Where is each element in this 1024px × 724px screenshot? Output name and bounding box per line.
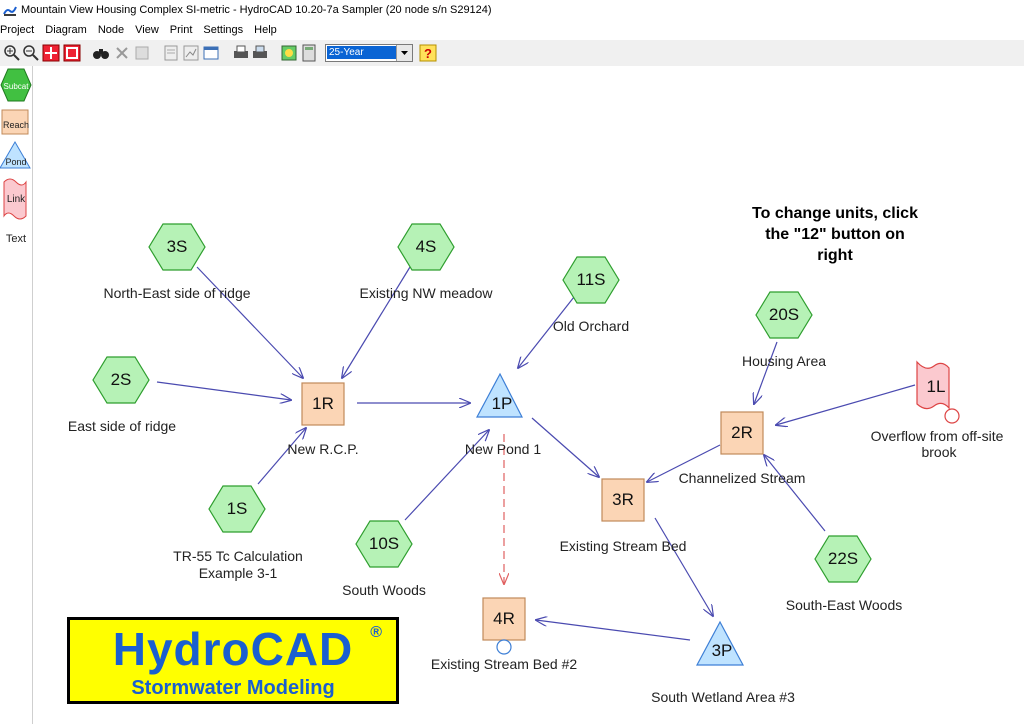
node-3S-id: 3S <box>166 237 188 256</box>
arrow-1P-3R <box>531 417 599 477</box>
node-2S-id: 2S <box>110 370 132 389</box>
node-1L-label-line2: brook <box>921 444 957 460</box>
node-1P-label: New Pond 1 <box>464 441 542 457</box>
arrow-3S-1R <box>196 266 303 378</box>
node-1R-label: New R.C.P. <box>287 441 359 457</box>
arrow-4S-1R <box>342 266 411 378</box>
node-1S-id: 1S <box>226 499 248 518</box>
units-note-line2: the "12" button on <box>765 226 905 243</box>
node-2S-label: East side of ridge <box>67 418 177 434</box>
node-2R-label: Channelized Stream <box>678 470 806 486</box>
node-3R-label: Existing Stream Bed <box>559 538 687 554</box>
arrow-22S-2R <box>764 455 826 532</box>
hydrocad-logo: HydroCAD ® Stormwater Modeling <box>67 617 399 704</box>
arrow-3R-3P <box>654 517 713 616</box>
units-note-line3: right <box>817 247 853 264</box>
node-10S-label: South Woods <box>342 582 426 598</box>
node-4S-label: Existing NW meadow <box>359 285 493 301</box>
arrow-2S-1R <box>156 381 291 400</box>
node-4R-id: 4R <box>493 609 515 628</box>
reach-4R-outlet-circle <box>496 639 512 655</box>
node-2R-id: 2R <box>731 423 753 442</box>
node-3P-id: 3P <box>711 641 733 660</box>
arrow-20S-2R <box>754 341 778 404</box>
arrow-3P-4R <box>536 620 691 641</box>
node-20S-label: Housing Area <box>741 353 827 369</box>
units-note[interactable]: To change units, click the "12" button o… <box>745 203 925 266</box>
link-1L-outlet-circle <box>944 408 960 424</box>
node-3P-label: South Wetland Area #3 <box>651 689 795 705</box>
logo-subtitle: Stormwater Modeling <box>131 677 335 699</box>
node-3S-label: North-East side of ridge <box>103 285 251 301</box>
node-11S-id: 11S <box>576 270 606 289</box>
node-22S-label: South-East Woods <box>785 597 903 613</box>
node-1S-label-line2: Example 3-1 <box>198 565 278 581</box>
node-3R-id: 3R <box>612 490 634 509</box>
node-20S-id: 20S <box>768 305 800 324</box>
node-4S-id: 4S <box>415 237 437 256</box>
node-1L-label-line1: Overflow from off-site <box>870 428 1004 444</box>
logo-title: HydroCAD <box>112 623 354 675</box>
node-11S-label: Old Orchard <box>552 318 630 334</box>
node-1P-id: 1P <box>491 394 513 413</box>
node-4R-label: Existing Stream Bed #2 <box>430 656 578 672</box>
node-1S-label-line1: TR-55 Tc Calculation <box>173 548 303 564</box>
node-22S-id: 22S <box>827 549 859 568</box>
node-1L-id: 1L <box>926 377 946 396</box>
arrow-1L-2R <box>776 384 916 425</box>
units-note-line1: To change units, click <box>752 205 918 222</box>
logo-registered-mark: ® <box>370 624 382 641</box>
node-10S-id: 10S <box>368 534 400 553</box>
node-1R-id: 1R <box>312 394 334 413</box>
